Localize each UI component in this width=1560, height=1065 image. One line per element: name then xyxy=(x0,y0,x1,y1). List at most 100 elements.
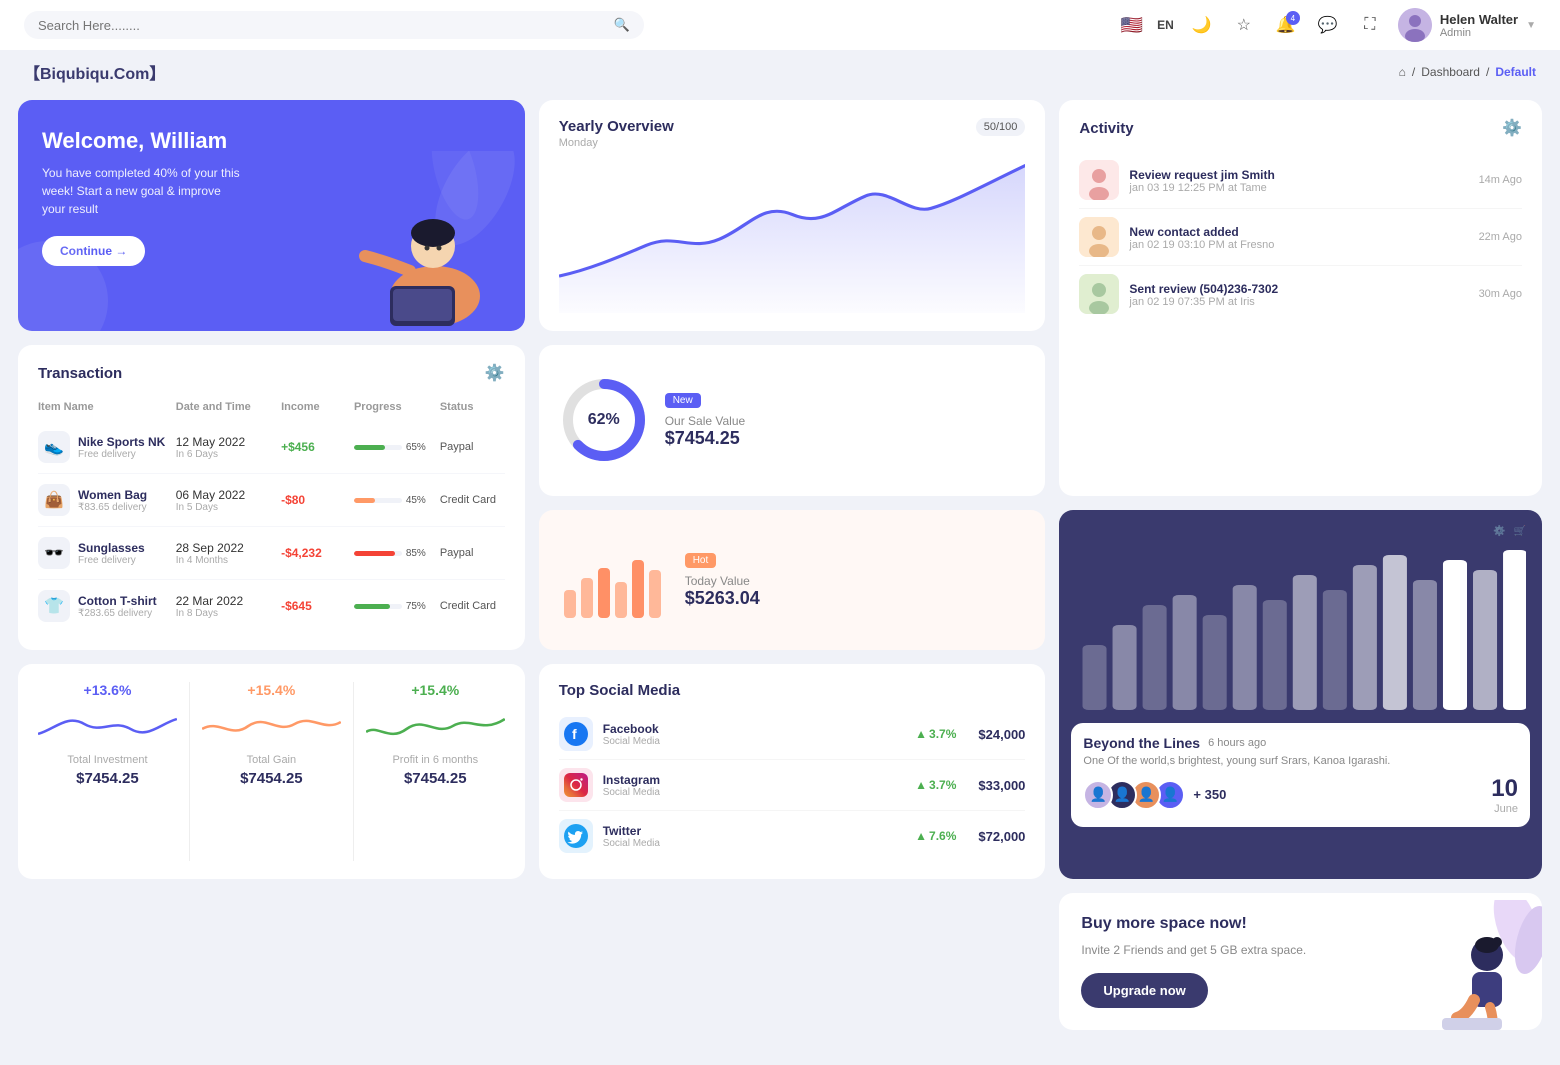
today-value: $5263.04 xyxy=(685,588,760,609)
btl-date-num: 10 xyxy=(1491,775,1518,803)
stat-investment: +13.6% Total Investment $7454.25 xyxy=(38,682,177,861)
stat-label-1: Total Investment xyxy=(38,754,177,766)
buy-space-title: Buy more space now! xyxy=(1081,915,1520,933)
facebook-amount: $24,000 xyxy=(978,727,1025,742)
activity-text-3: Sent review (504)236-7302 jan 02 19 07:3… xyxy=(1129,281,1468,308)
activity-text-1: Review request jim Smith jan 03 19 12:25… xyxy=(1129,167,1468,194)
table-row: 🕶️ Sunglasses Free delivery 28 Sep 2022 … xyxy=(38,527,505,580)
activity-text-2: New contact added jan 02 19 03:10 PM at … xyxy=(1129,224,1468,251)
activity-settings-icon[interactable]: ⚙️ xyxy=(1502,118,1522,138)
buy-space-description: Invite 2 Friends and get 5 GB extra spac… xyxy=(1081,941,1520,959)
btl-description: One Of the world,s brightest, young surf… xyxy=(1083,755,1518,767)
stat-pct-1: +13.6% xyxy=(38,682,177,698)
upgrade-button[interactable]: Upgrade now xyxy=(1081,973,1207,1008)
welcome-illustration xyxy=(305,100,525,331)
donut-label: 62% xyxy=(588,411,620,429)
activity-card: Activity ⚙️ Review request jim Smith jan… xyxy=(1059,100,1542,496)
welcome-subtitle: You have completed 40% of your this week… xyxy=(42,164,242,218)
sale-badge: New xyxy=(665,393,701,408)
twitter-icon xyxy=(559,819,593,853)
activity-time-3: 30m Ago xyxy=(1479,288,1522,300)
svg-text:f: f xyxy=(572,726,577,742)
today-badge: Hot xyxy=(685,553,717,568)
stat-value-2: $7454.25 xyxy=(202,770,341,787)
breadcrumb-bar: 【Biqubiqu.Com】 ⌂ / Dashboard / Default xyxy=(0,50,1560,94)
sale-label: Our Sale Value xyxy=(665,414,746,428)
search-input[interactable] xyxy=(38,18,606,33)
facebook-pct: ▲ 3.7% xyxy=(915,727,956,741)
sale-value: $7454.25 xyxy=(665,428,746,449)
activity-title: Activity xyxy=(1079,120,1133,137)
item-icon: 👕 xyxy=(38,590,70,622)
item-icon: 👟 xyxy=(38,431,70,463)
brand-logo: 【Biqubiqu.Com】 xyxy=(24,60,165,84)
instagram-icon xyxy=(559,768,593,802)
message-icon[interactable]: 💬 xyxy=(1314,11,1342,39)
yearly-day: Monday xyxy=(559,137,674,149)
nav-icons: 🇺🇸 EN 🌙 ☆ 🔔 4 💬 ⛶ Helen Walter Admin ▼ xyxy=(1121,8,1536,42)
bar-chart-card: ⚙️ 🛒 xyxy=(1059,510,1542,880)
transaction-card: Transaction ⚙️ Item Name Date and Time I… xyxy=(18,345,525,650)
activity-item: Sent review (504)236-7302 jan 02 19 07:3… xyxy=(1079,266,1522,322)
breadcrumb-dashboard[interactable]: Dashboard xyxy=(1421,65,1480,79)
table-header: Item Name Date and Time Income Progress … xyxy=(38,393,505,421)
search-bar[interactable]: 🔍 xyxy=(24,11,644,39)
twitter-amount: $72,000 xyxy=(978,829,1025,844)
social-row: f Facebook Social Media ▲ 3.7% $24,000 xyxy=(559,709,1026,760)
dark-mode-toggle[interactable]: 🌙 xyxy=(1188,11,1216,39)
flag-icon: 🇺🇸 xyxy=(1121,15,1143,36)
facebook-icon: f xyxy=(559,717,593,751)
activity-item: Review request jim Smith jan 03 19 12:25… xyxy=(1079,152,1522,209)
today-label: Today Value xyxy=(685,574,760,588)
activity-thumb-3 xyxy=(1079,274,1119,314)
instagram-pct: ▲ 3.7% xyxy=(915,778,956,792)
stats-card: +13.6% Total Investment $7454.25 +15.4% … xyxy=(18,664,525,879)
home-icon[interactable]: ⌂ xyxy=(1399,65,1406,79)
top-navigation: 🔍 🇺🇸 EN 🌙 ☆ 🔔 4 💬 ⛶ Helen Walter Admin xyxy=(0,0,1560,50)
item-icon: 🕶️ xyxy=(38,537,70,569)
user-name: Helen Walter xyxy=(1440,12,1518,27)
star-icon[interactable]: ☆ xyxy=(1230,11,1258,39)
user-info[interactable]: Helen Walter Admin ▼ xyxy=(1398,8,1536,42)
sale-value-card: 62% New Our Sale Value $7454.25 xyxy=(539,345,1046,496)
stat-label-3: Profit in 6 months xyxy=(366,754,505,766)
stat-profit: +15.4% Profit in 6 months $7454.25 xyxy=(366,682,505,861)
stat-value-3: $7454.25 xyxy=(366,770,505,787)
buy-space-card: Buy more space now! Invite 2 Friends and… xyxy=(1059,893,1542,1030)
yearly-chart xyxy=(559,153,1026,313)
social-title: Top Social Media xyxy=(559,682,680,699)
btl-title: Beyond the Lines xyxy=(1083,735,1200,751)
language-label[interactable]: EN xyxy=(1157,18,1174,32)
fullscreen-icon[interactable]: ⛶ xyxy=(1356,11,1384,39)
stat-label-2: Total Gain xyxy=(202,754,341,766)
welcome-title: Welcome, William xyxy=(42,128,262,154)
breadcrumb: ⌂ / Dashboard / Default xyxy=(1399,65,1536,79)
transaction-settings-icon[interactable]: ⚙️ xyxy=(485,363,505,383)
donut-chart: 62% xyxy=(559,375,649,465)
item-icon: 👜 xyxy=(38,484,70,516)
btl-avatar: 👤 xyxy=(1083,780,1113,810)
activity-item: New contact added jan 02 19 03:10 PM at … xyxy=(1079,209,1522,266)
btl-time: 6 hours ago xyxy=(1208,737,1266,749)
beyond-lines-section: Beyond the Lines 6 hours ago One Of the … xyxy=(1071,723,1530,827)
stat-value-1: $7454.25 xyxy=(38,770,177,787)
main-content: Welcome, William You have completed 40% … xyxy=(0,94,1560,1048)
notification-icon[interactable]: 🔔 4 xyxy=(1272,11,1300,39)
today-value-card: Hot Today Value $5263.04 xyxy=(539,510,1046,651)
today-bar-chart xyxy=(559,540,669,620)
activity-time-2: 22m Ago xyxy=(1479,231,1522,243)
yearly-badge: 50/100 xyxy=(976,118,1026,136)
twitter-pct: ▲ 7.6% xyxy=(915,829,956,843)
dashboard-grid: Welcome, William You have completed 40% … xyxy=(18,100,1542,1030)
yearly-title: Yearly Overview xyxy=(559,118,674,135)
main-bar-chart: ⚙️ 🛒 xyxy=(1059,510,1542,715)
yearly-overview-card: Yearly Overview Monday 50/100 xyxy=(539,100,1046,331)
btl-plus: + 350 xyxy=(1193,787,1226,802)
stat-pct-3: +15.4% xyxy=(366,682,505,698)
table-row: 👟 Nike Sports NK Free delivery 12 May 20… xyxy=(38,421,505,474)
user-role: Admin xyxy=(1440,27,1518,39)
social-row: Instagram Social Media ▲ 3.7% $33,000 xyxy=(559,760,1026,811)
notification-badge: 4 xyxy=(1286,11,1300,25)
instagram-amount: $33,000 xyxy=(978,778,1025,793)
activity-thumb-2 xyxy=(1079,217,1119,257)
